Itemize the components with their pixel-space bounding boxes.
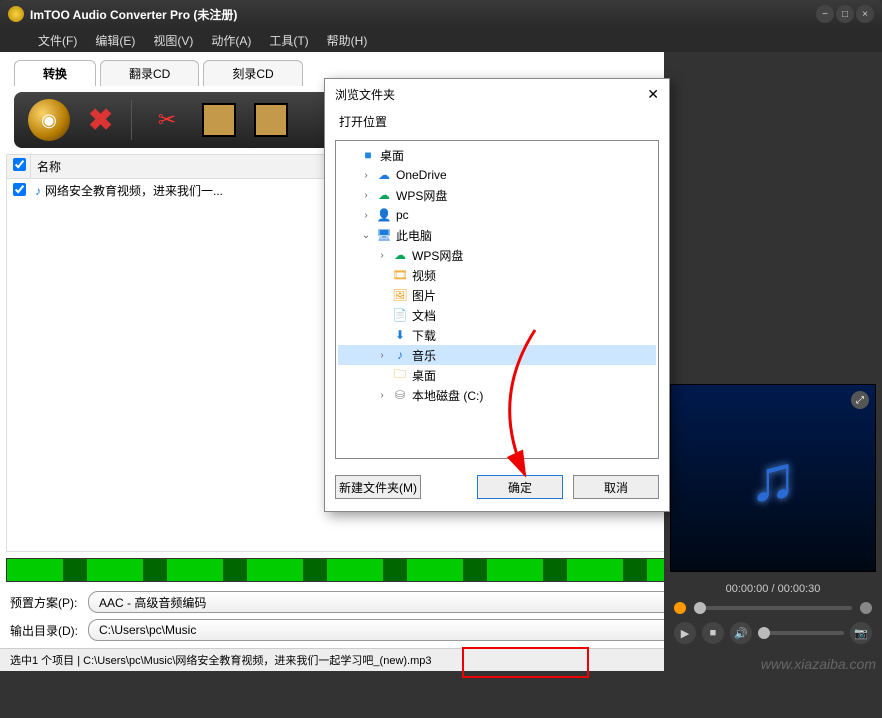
tree-docs[interactable]: 📄文档 [338, 305, 656, 325]
tab-burn[interactable]: 刻录CD [203, 60, 302, 86]
menu-edit[interactable]: 编辑(E) [95, 32, 135, 49]
cut-button[interactable]: ✂ [150, 103, 184, 137]
cancel-button[interactable]: 取消 [573, 475, 659, 499]
record-icon[interactable] [674, 602, 686, 614]
separator [131, 100, 132, 140]
tree-pictures[interactable]: 🖼图片 [338, 285, 656, 305]
browse-folder-dialog: 浏览文件夹 ✕ 打开位置 ■桌面 ›☁OneDrive ›☁WPS网盘 ›👤pc… [324, 78, 670, 512]
header-checkbox[interactable] [13, 158, 26, 171]
menu-file[interactable]: 文件(F) [38, 32, 77, 49]
add-disc-button[interactable]: ◉ [28, 99, 70, 141]
filmstrip-button[interactable] [202, 103, 236, 137]
volume-slider[interactable] [758, 631, 844, 635]
marker-icon[interactable] [860, 602, 872, 614]
folder-tree[interactable]: ■桌面 ›☁OneDrive ›☁WPS网盘 ›👤pc ⌄🖥此电脑 ›☁WPS网… [335, 140, 659, 459]
menubar: 文件(F) 编辑(E) 视图(V) 动作(A) 工具(T) 帮助(H) [0, 28, 882, 52]
dialog-close-button[interactable]: ✕ [647, 86, 659, 103]
tree-desktop2[interactable]: 🗀桌面 [338, 365, 656, 385]
tree-desktop[interactable]: ■桌面 [338, 145, 656, 165]
filmstrip2-button[interactable] [254, 103, 288, 137]
tab-rip[interactable]: 翻录CD [100, 60, 199, 86]
music-icon: ♪ [35, 184, 41, 198]
dialog-message: 打开位置 [325, 109, 669, 140]
tree-onedrive[interactable]: ›☁OneDrive [338, 165, 656, 185]
dialog-title: 浏览文件夹 [335, 86, 395, 103]
tree-music[interactable]: ›♪音乐 [338, 345, 656, 365]
titlebar[interactable]: ImTOO Audio Converter Pro (未注册) − □ × [0, 0, 882, 28]
remove-button[interactable]: ✖ [88, 103, 113, 138]
title-text: ImTOO Audio Converter Pro (未注册) [30, 6, 237, 23]
menu-help[interactable]: 帮助(H) [327, 32, 368, 49]
play-button[interactable]: ▶ [674, 622, 696, 644]
preview-area: ⤢ ♫ [670, 384, 876, 572]
outdir-label: 输出目录(D): [10, 622, 82, 639]
menu-tools[interactable]: 工具(T) [269, 32, 308, 49]
outdir-combo[interactable]: C:\Users\pc\Music▾ [88, 619, 715, 641]
stop-button[interactable]: ■ [702, 622, 724, 644]
snapshot-button[interactable]: 📷 [850, 622, 872, 644]
ok-button[interactable]: 确定 [477, 475, 563, 499]
preview-panel: ⤢ ♫ 00:00:00 / 00:00:30 ▶ ■ 🔊 📷 [664, 52, 882, 712]
menu-action[interactable]: 动作(A) [211, 32, 251, 49]
timecode: 00:00:00 / 00:00:30 [664, 578, 882, 600]
fullscreen-icon[interactable]: ⤢ [851, 391, 869, 409]
row-checkbox[interactable] [13, 183, 26, 196]
close-button[interactable]: × [856, 5, 874, 23]
preset-label: 预置方案(P): [10, 594, 82, 611]
tree-pc-user[interactable]: ›👤pc [338, 205, 656, 225]
volume-icon[interactable]: 🔊 [730, 622, 752, 644]
maximize-button[interactable]: □ [836, 5, 854, 23]
tree-videos[interactable]: 🎞视频 [338, 265, 656, 285]
tree-thispc[interactable]: ⌄🖥此电脑 [338, 225, 656, 245]
seek-slider[interactable] [694, 606, 852, 610]
tab-convert[interactable]: 转换 [14, 60, 96, 86]
tree-downloads[interactable]: ⬇下载 [338, 325, 656, 345]
status-text: 选中1 个项目 | C:\Users\pc\Music\网络安全教育视频，进来我… [10, 652, 432, 668]
tree-diskc[interactable]: ›⛁本地磁盘 (C:) [338, 385, 656, 405]
menu-view[interactable]: 视图(V) [153, 32, 193, 49]
tree-wps2[interactable]: ›☁WPS网盘 [338, 245, 656, 265]
new-folder-button[interactable]: 新建文件夹(M) [335, 475, 421, 499]
app-icon [8, 6, 24, 22]
tree-wps[interactable]: ›☁WPS网盘 [338, 185, 656, 205]
watermark: www.xiazaiba.com [761, 656, 876, 672]
note-icon: ♫ [749, 441, 797, 515]
minimize-button[interactable]: − [816, 5, 834, 23]
